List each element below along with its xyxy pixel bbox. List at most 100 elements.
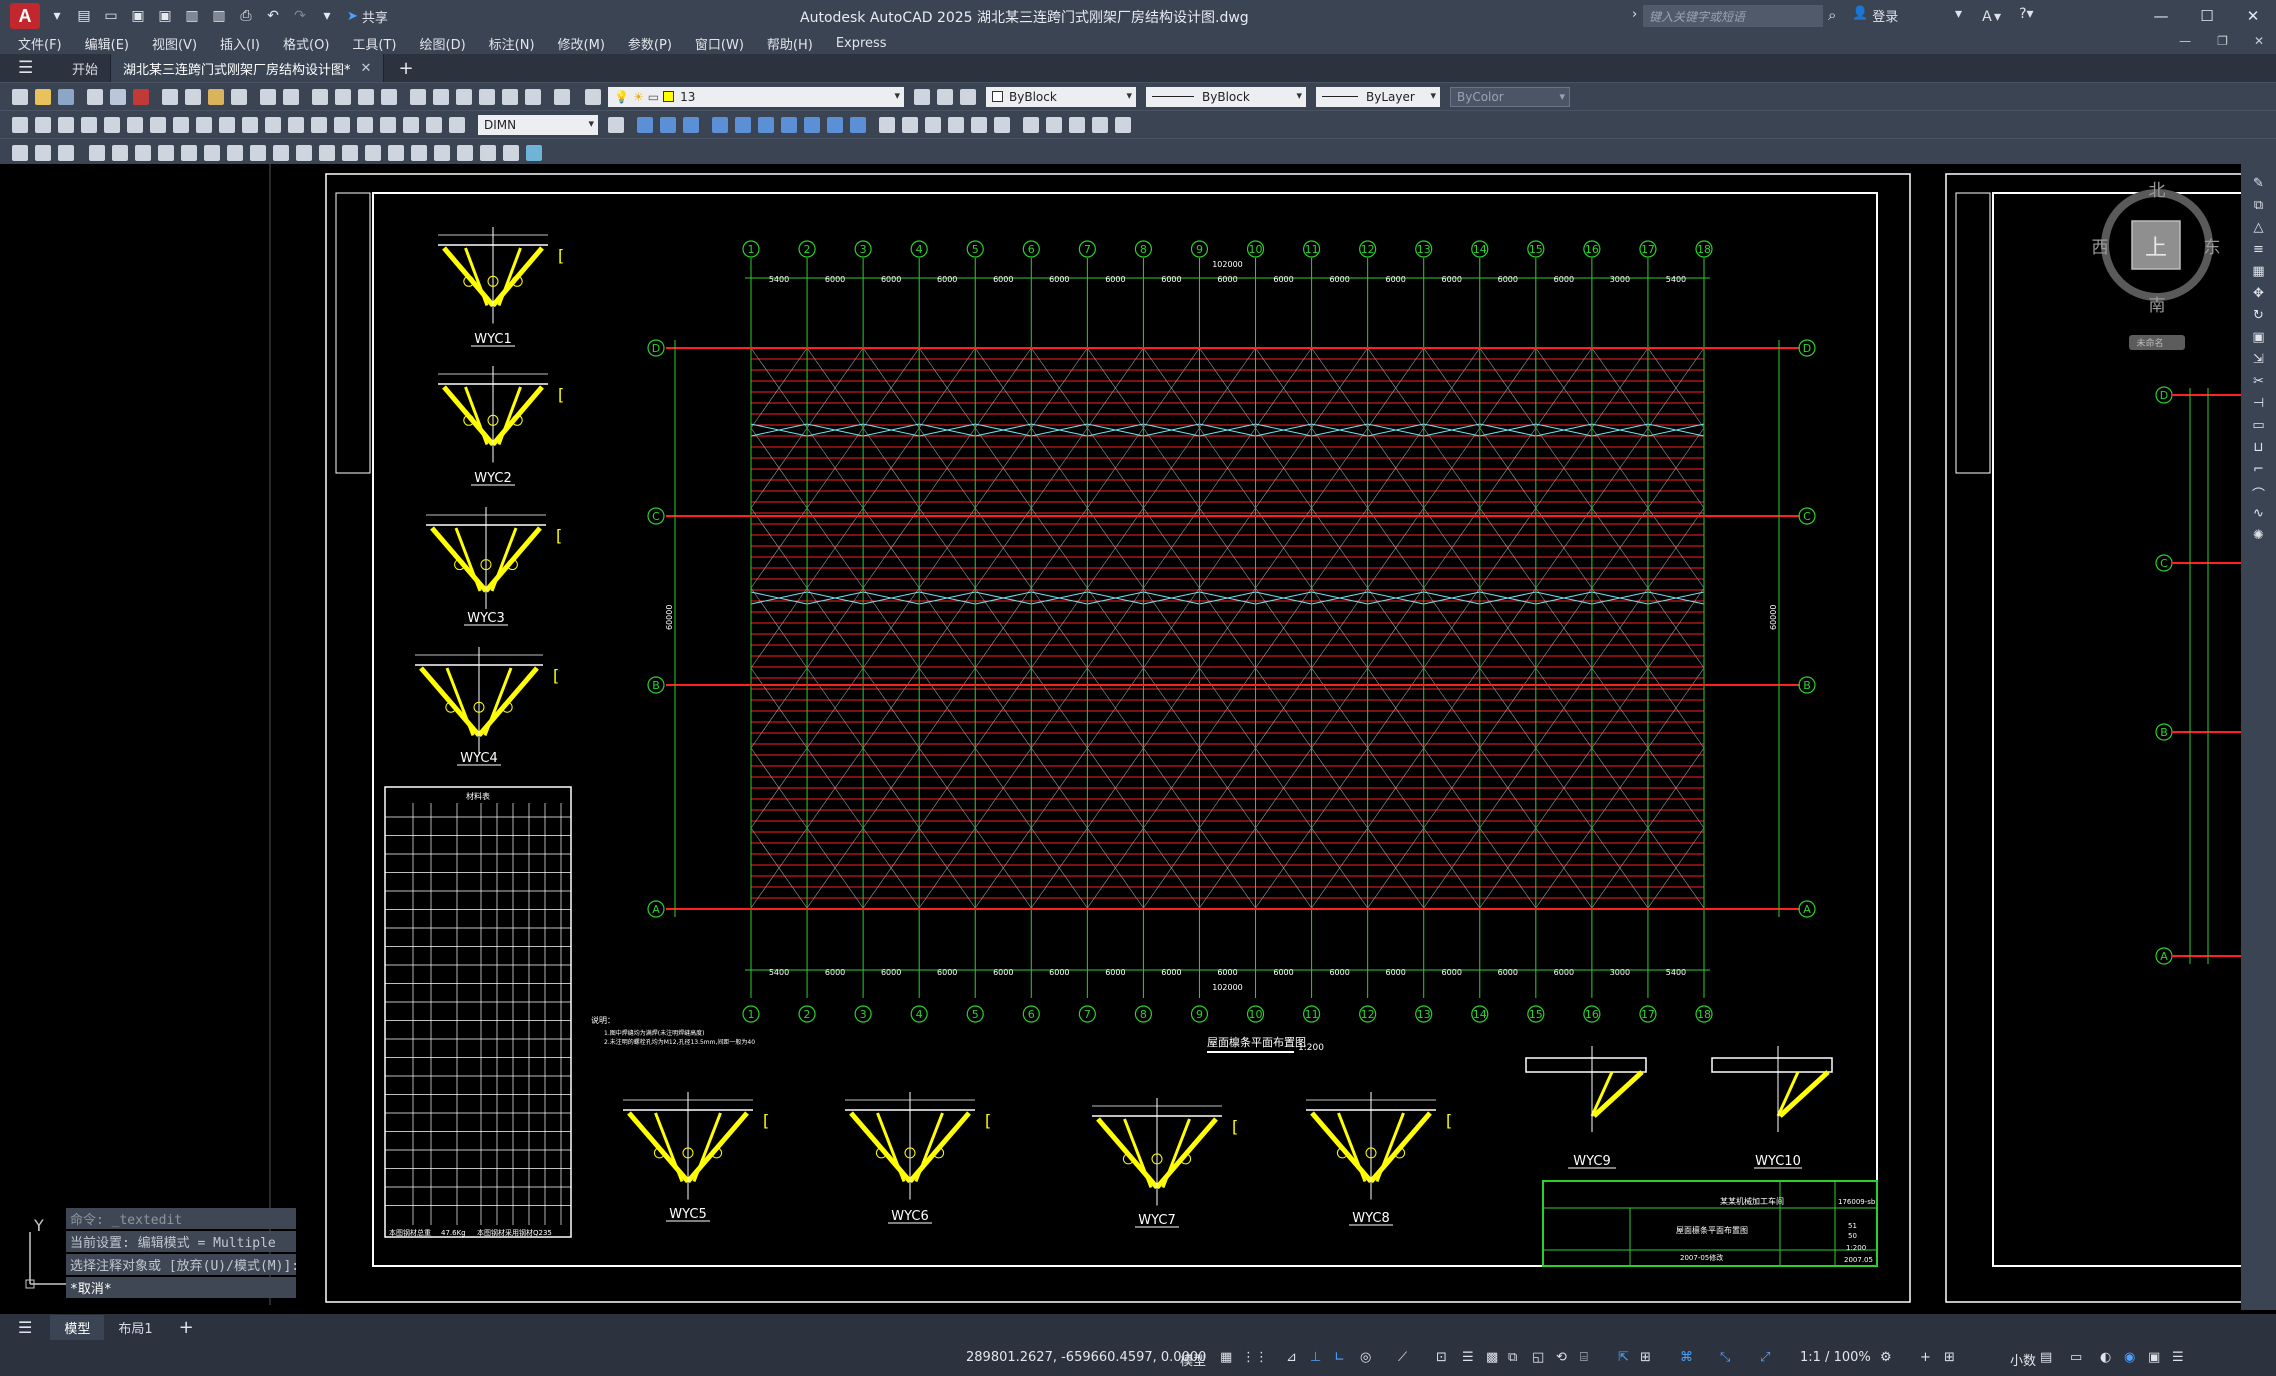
chevron-down-icon[interactable]: ▾ [47,6,67,26]
ellipse-arc-icon[interactable] [319,144,335,161]
block-editor-icon[interactable] [35,144,51,161]
paste-icon[interactable] [208,88,224,105]
ortho-icon[interactable]: ⊥ [1310,1350,1321,1365]
region-icon[interactable] [457,144,473,161]
sw-iso-icon[interactable] [781,116,797,133]
chevron-right-icon[interactable]: › [1632,7,1637,22]
layout-menu-icon[interactable]: ☰ [18,1318,32,1337]
design-center-icon[interactable] [433,88,449,105]
drawing-viewport[interactable]: 1 1 2 2 3 3 4 4 5 5 6 6 7 7 8 8 9 9 10 10 11 11 12 12 13 13 14 14 15… [0,164,2250,1310]
minimize-button[interactable]: — [2138,0,2184,32]
view-left-icon[interactable] [683,116,699,133]
array-icon[interactable]: ▦ [2250,264,2268,279]
selection-filter-icon[interactable]: ⌸ [1580,1350,1588,1365]
menu-parametric[interactable]: 参数(P) [628,34,672,53]
arc-length-icon[interactable] [58,116,74,133]
sign-in-button[interactable]: 👤 登录 [1852,6,1898,25]
grid-icon[interactable]: ▦ [1220,1350,1232,1365]
zoom-window-icon[interactable] [358,88,374,105]
workspace-icon[interactable] [12,144,28,161]
annotation-scale-value[interactable]: 1:1 / 100% [1800,1350,1871,1365]
layer-previous-icon[interactable] [937,88,953,105]
hamburger-menu-icon[interactable]: ☰ [18,58,36,78]
save-web-icon[interactable]: ▥ [209,6,229,26]
3dosnap-icon[interactable]: ◱ [1532,1350,1544,1365]
chamfer-icon[interactable]: ⌐ [2250,462,2268,477]
annotation-scale-icon[interactable]: ⤡ [1720,1350,1730,1365]
ucs-previous-icon[interactable] [1069,116,1085,133]
view-bottom-icon[interactable] [758,116,774,133]
open-folder-icon[interactable]: ▭ [101,6,121,26]
continue-icon[interactable] [242,116,258,133]
workspace-gear-icon[interactable]: ⚙ [1880,1350,1892,1365]
construction-line-icon[interactable] [112,144,128,161]
menu-help[interactable]: 帮助(H) [767,34,813,53]
line-icon[interactable] [89,144,105,161]
xref-icon[interactable] [58,144,74,161]
coordinates-readout[interactable]: 289801.2627, -659660.4597, 0.0000 [966,1350,1206,1365]
transparency-icon[interactable]: ▩ [1486,1350,1498,1365]
tab-start[interactable]: 开始 [60,54,112,82]
doc-close-button[interactable]: ✕ [2254,34,2264,48]
drawing-canvas[interactable]: 1122334455667788991010111112121313141415… [0,164,2250,1310]
menu-modify[interactable]: 修改(M) [558,34,605,53]
close-button[interactable]: ✕ [2230,0,2276,32]
dim-update-icon[interactable] [449,116,465,133]
realistic-icon[interactable] [948,116,964,133]
ne-iso-icon[interactable] [827,116,843,133]
otrack-icon[interactable]: ⟋ [1398,1350,1407,1365]
viewcube-west[interactable]: 西 [2092,238,2109,258]
zoom-realtime-icon[interactable] [335,88,351,105]
new-tab-icon[interactable]: + [398,58,413,79]
share-button[interactable]: ➤ 共享 [347,7,388,26]
menu-tools[interactable]: 工具(T) [352,34,396,53]
save-as-icon[interactable]: ▣ [155,6,175,26]
offset-icon[interactable]: ≡ [2250,242,2268,257]
customize-icon[interactable]: ▾ [317,6,337,26]
ucs-object-icon[interactable] [1115,116,1131,133]
menu-file[interactable]: 文件(F) [18,34,62,53]
make-current-icon[interactable] [914,88,930,105]
hatch-icon[interactable] [411,144,427,161]
view-front-icon[interactable] [637,116,653,133]
polar-icon[interactable]: ∟ [1334,1350,1345,1365]
view-top-icon[interactable] [735,116,751,133]
help-icon[interactable] [554,88,570,105]
layer-properties-icon[interactable] [585,88,601,105]
search-input[interactable]: 键入关键字或短语 [1643,5,1823,27]
center-mark-icon[interactable] [334,116,350,133]
annotation-visibility-icon[interactable]: ⌘ [1680,1350,1693,1365]
doc-restore-button[interactable]: ❐ [2217,34,2228,48]
selection-cycling-icon[interactable]: ⧉ [1508,1350,1517,1365]
save-icon[interactable] [58,88,74,105]
trim-icon[interactable]: ✂ [2250,374,2268,389]
cut-icon[interactable] [162,88,178,105]
insert-block-icon[interactable] [342,144,358,161]
rotate-icon[interactable]: ↻ [2250,308,2268,323]
menu-insert[interactable]: 插入(I) [220,34,260,53]
tab-layout1[interactable]: 布局1 [104,1315,166,1340]
diameter-icon[interactable] [150,116,166,133]
tab-close-icon[interactable]: ✕ [361,61,372,76]
copy-icon[interactable] [185,88,201,105]
isolate-objects-icon[interactable]: ◐ [2100,1350,2111,1365]
autocad-logo[interactable]: A [10,3,40,29]
doc-minimize-button[interactable]: — [2179,34,2191,48]
menu-dimension[interactable]: 标注(N) [489,34,535,53]
viewcube-east[interactable]: 东 [2204,238,2221,258]
spline-icon[interactable] [273,144,289,161]
infer-icon[interactable]: ⊿ [1286,1350,1297,1365]
match-properties-icon[interactable] [231,88,247,105]
dimstyle-manager-icon[interactable] [608,116,624,133]
menu-draw[interactable]: 绘图(D) [420,34,466,53]
jogged-linear-icon[interactable] [380,116,396,133]
dim-space-icon[interactable] [265,116,281,133]
pan-icon[interactable] [312,88,328,105]
search-icon[interactable]: ⌕ [1828,6,1846,24]
plot-icon[interactable] [87,88,103,105]
add-selected-icon[interactable] [526,144,542,161]
dynamic-ucs-icon[interactable]: ⟲ [1556,1350,1567,1365]
jogged-icon[interactable] [127,116,143,133]
radius-icon[interactable] [104,116,120,133]
break-icon[interactable]: ▭ [2250,418,2268,433]
